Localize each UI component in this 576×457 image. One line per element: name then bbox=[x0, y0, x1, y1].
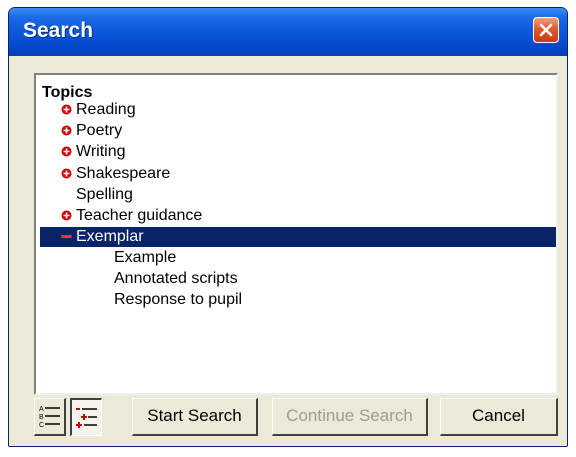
tree-node-poetry[interactable]: Poetry bbox=[61, 120, 122, 141]
cancel-label: Cancel bbox=[472, 406, 525, 425]
plus-node-icon[interactable] bbox=[61, 146, 72, 157]
alphabetical-list-icon: A B C bbox=[39, 406, 60, 429]
tree-child-example[interactable]: Example bbox=[114, 247, 176, 268]
tree-node-label: Response to pupil bbox=[114, 291, 243, 308]
tree-node-label: Teacher guidance bbox=[76, 207, 203, 224]
title-bar: Search bbox=[9, 8, 567, 56]
tree-node-label: Example bbox=[114, 249, 177, 266]
close-button[interactable] bbox=[533, 17, 559, 43]
plus-node-icon[interactable] bbox=[61, 168, 72, 179]
tree-node-teacher-guidance[interactable]: Teacher guidance bbox=[61, 205, 203, 226]
svg-text:A: A bbox=[39, 406, 44, 413]
svg-text:B: B bbox=[39, 414, 44, 421]
start-search-label: Start Search bbox=[147, 406, 242, 425]
tree-child-annotated-scripts[interactable]: Annotated scripts bbox=[114, 268, 238, 289]
topics-tree[interactable]: Topics Reading Poetry Writing Shakespear… bbox=[34, 73, 558, 395]
minus-node-icon[interactable] bbox=[61, 231, 72, 242]
svg-text:C: C bbox=[39, 422, 44, 429]
tree-node-reading[interactable]: Reading bbox=[61, 99, 136, 120]
tree-node-label: Annotated scripts bbox=[114, 270, 238, 287]
continue-search-label: Continue Search bbox=[286, 406, 413, 425]
tree-node-label: Exemplar bbox=[76, 228, 144, 245]
close-icon bbox=[539, 23, 553, 37]
tree-view-button[interactable] bbox=[70, 398, 102, 436]
tree-node-shakespeare[interactable]: Shakespeare bbox=[61, 163, 171, 184]
cancel-button[interactable]: Cancel bbox=[440, 398, 558, 436]
tree-node-writing[interactable]: Writing bbox=[61, 141, 126, 162]
alphabetical-view-button[interactable]: A B C bbox=[34, 398, 66, 436]
tree-list-icon bbox=[76, 408, 97, 428]
tree-child-response-to-pupil[interactable]: Response to pupil bbox=[114, 289, 242, 310]
plus-node-icon[interactable] bbox=[61, 125, 72, 136]
tree-node-label: Reading bbox=[76, 101, 136, 118]
continue-search-button[interactable]: Continue Search bbox=[272, 398, 428, 436]
plus-node-icon[interactable] bbox=[61, 210, 72, 221]
tree-node-label: Spelling bbox=[76, 186, 133, 203]
start-search-button[interactable]: Start Search bbox=[132, 398, 258, 436]
tree-node-spelling[interactable]: Spelling bbox=[62, 184, 133, 205]
plus-node-icon[interactable] bbox=[61, 104, 72, 115]
tree-node-exemplar[interactable]: Exemplar bbox=[61, 226, 144, 247]
tree-node-label: Shakespeare bbox=[76, 165, 171, 182]
window-title: Search bbox=[23, 19, 94, 42]
